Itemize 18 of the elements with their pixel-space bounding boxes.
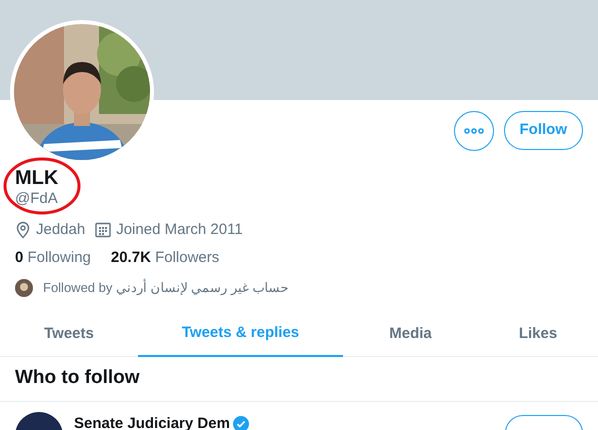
calendar-icon xyxy=(95,222,112,238)
follower-avatar xyxy=(15,278,33,297)
profile-tab[interactable]: Likes xyxy=(478,312,598,356)
profile-tab[interactable]: Tweets & replies xyxy=(138,312,343,356)
profile-tab[interactable]: Media xyxy=(343,312,478,356)
followers-link[interactable]: 20.7K Followers xyxy=(110,248,220,268)
location-icon xyxy=(15,221,31,239)
joined-date: Joined March 2011 xyxy=(116,220,243,240)
profile-handle: @FdA xyxy=(15,190,59,208)
followed-by-text: Followed by حساب غير رسمي لإنسان أردني xyxy=(43,278,288,298)
profile-tab[interactable]: Tweets xyxy=(0,312,138,356)
more-button[interactable] xyxy=(454,111,494,151)
location-text: Jeddah xyxy=(36,220,86,240)
who-to-follow-title: Who to follow xyxy=(0,356,598,402)
follow-button[interactable]: Follow xyxy=(504,111,583,150)
more-icon xyxy=(464,128,484,134)
profile-name: MLK xyxy=(15,166,60,190)
following-link[interactable]: 0 Following xyxy=(15,248,91,268)
